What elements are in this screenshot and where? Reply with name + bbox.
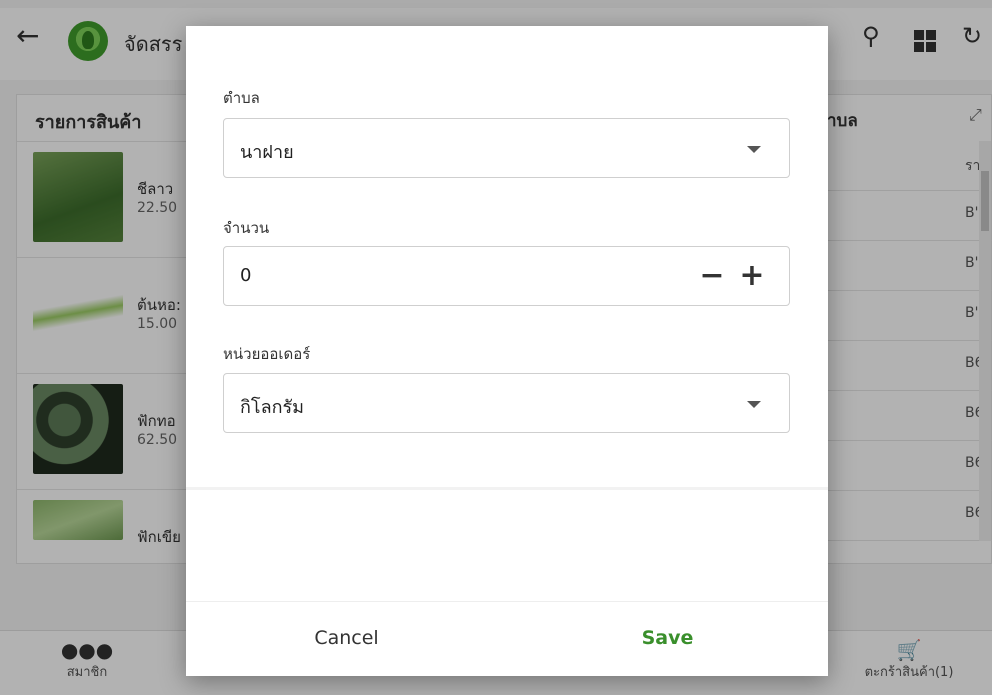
subdistrict-label: ตำบล [223, 89, 260, 107]
unit-label: หน่วยออเดอร์ [223, 345, 311, 363]
quantity-stepper[interactable]: 0 − + [223, 246, 790, 306]
dialog-divider [186, 487, 828, 490]
order-dialog: ตำบล นาฝาย จำนวน 0 − + หน่วยออเดอร์ กิโล… [186, 26, 828, 676]
unit-select[interactable]: กิโลกรัม [223, 373, 790, 433]
save-button[interactable]: Save [507, 602, 828, 677]
minus-icon[interactable]: − [698, 259, 726, 293]
dialog-actions: Cancel Save [186, 601, 828, 676]
subdistrict-value: นาฝาย [240, 142, 294, 163]
quantity-value: 0 [240, 265, 252, 286]
cancel-button[interactable]: Cancel [186, 602, 507, 677]
dropdown-caret-icon [747, 401, 761, 408]
unit-value: กิโลกรัม [240, 397, 305, 418]
plus-icon[interactable]: + [738, 259, 766, 293]
subdistrict-select[interactable]: นาฝาย [223, 118, 790, 178]
dropdown-caret-icon [747, 146, 761, 153]
quantity-label: จำนวน [223, 219, 270, 237]
